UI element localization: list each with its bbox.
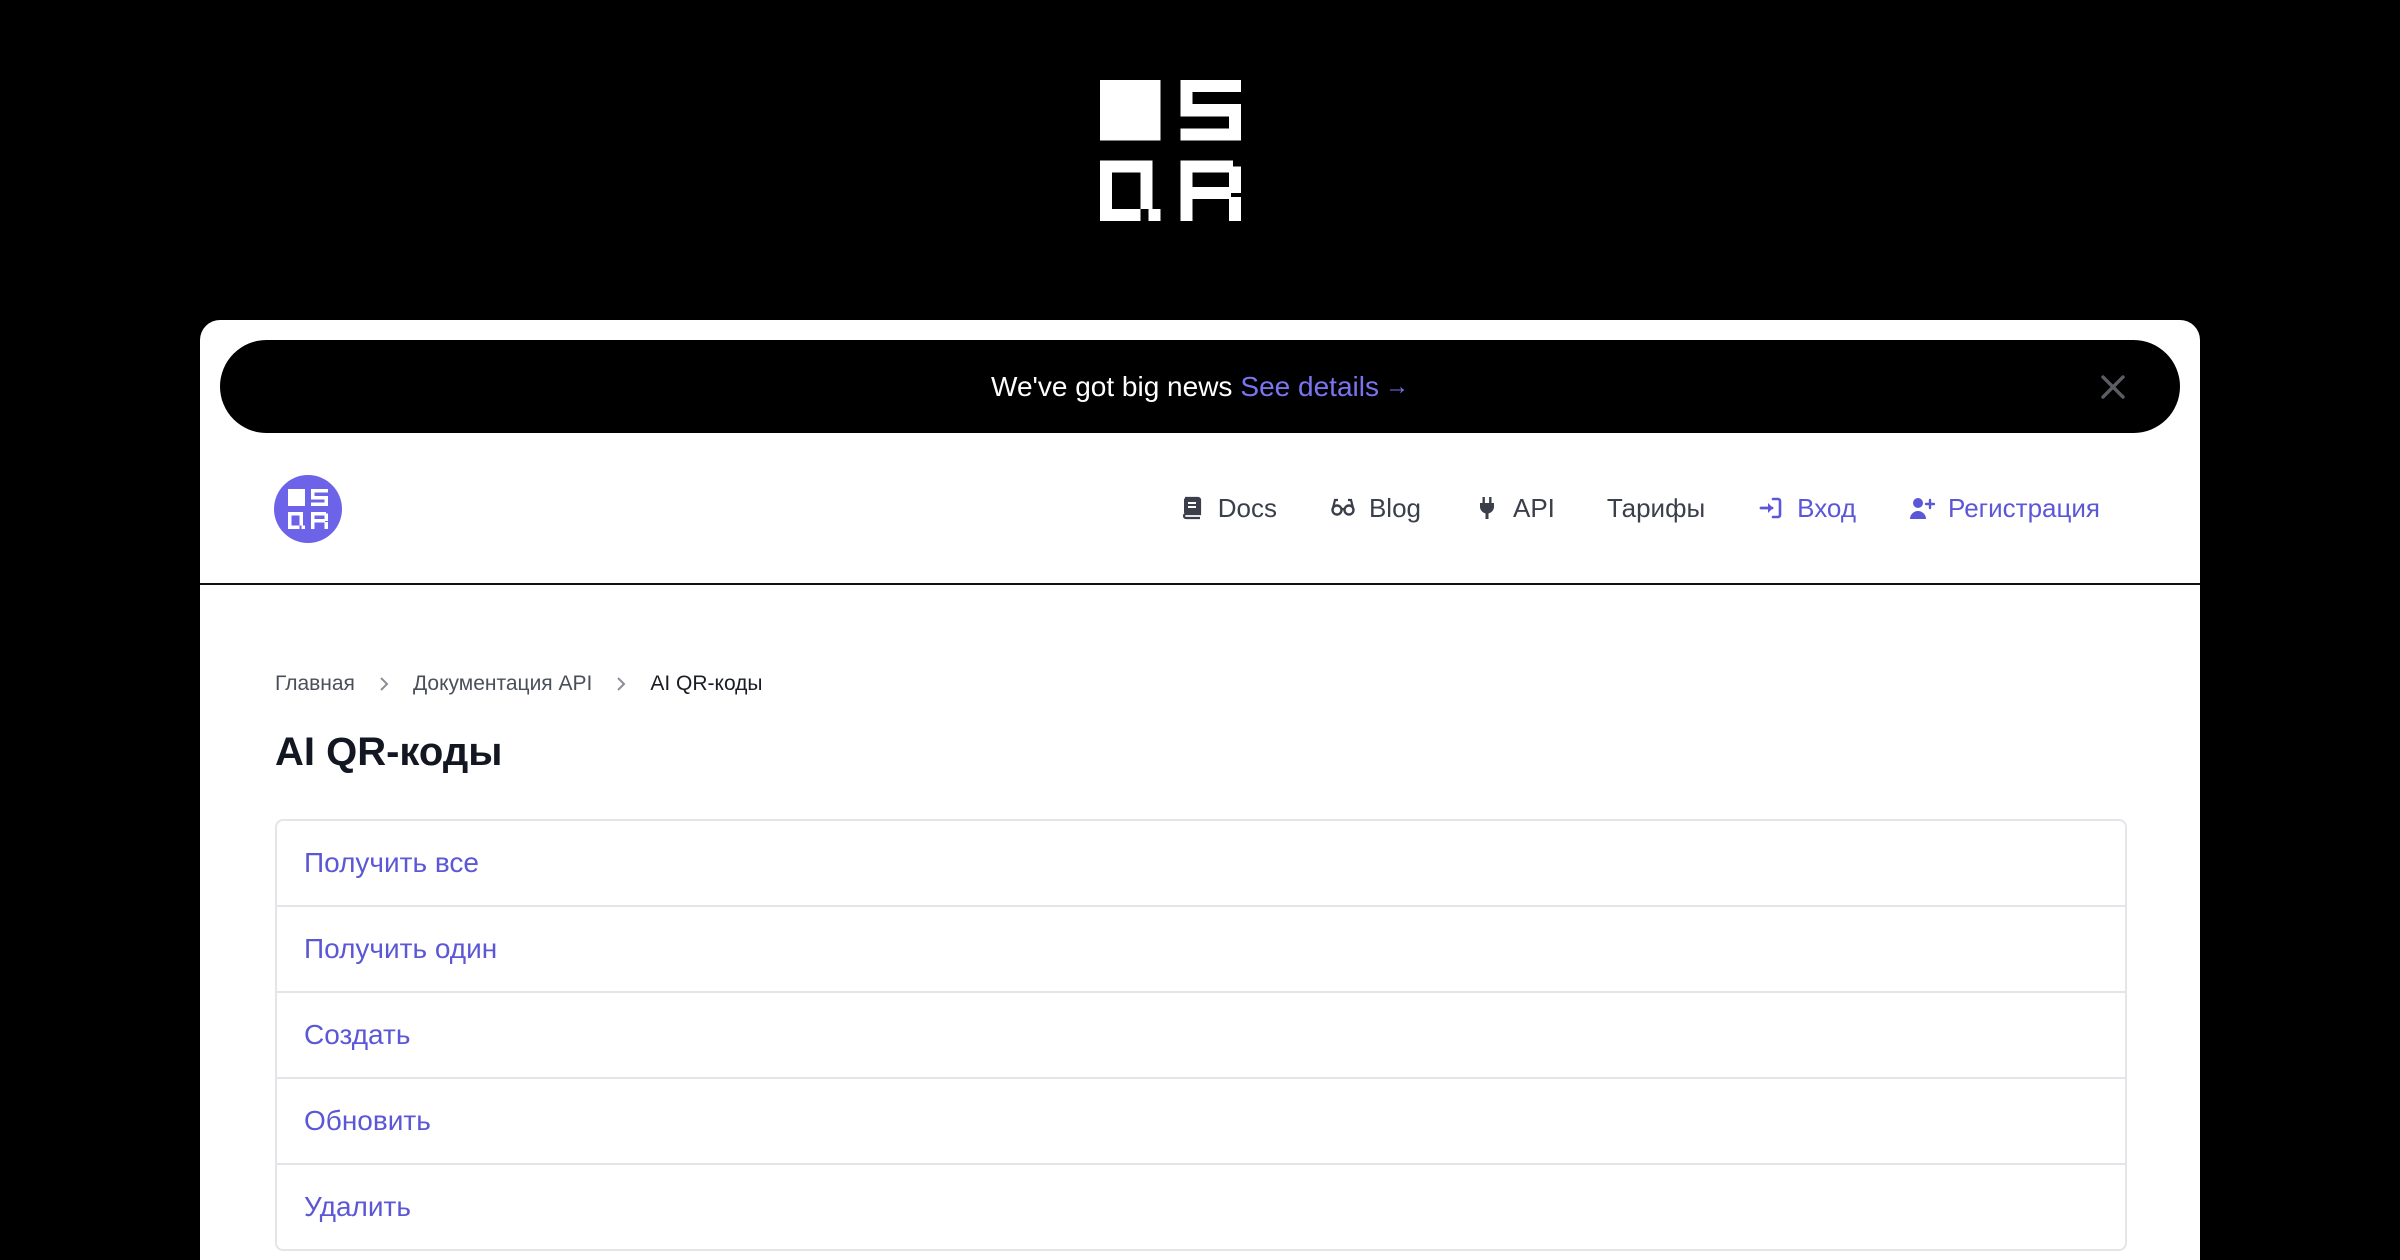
navbar: Docs Blog API Тарифы Вход Регистрация bbox=[200, 433, 2200, 585]
main-card: We've got big news See details → Docs Bl… bbox=[200, 320, 2200, 1260]
banner-text: We've got big news bbox=[991, 370, 1233, 402]
user-plus-icon bbox=[1908, 494, 1936, 522]
nav-item-label: Вход bbox=[1797, 492, 1856, 523]
endpoint-get-all[interactable]: Получить все bbox=[277, 821, 2125, 907]
breadcrumb: Главная Документация API AI QR-коды bbox=[275, 672, 763, 696]
endpoint-list: Получить все Получить один Создать Обнов… bbox=[275, 819, 2127, 1251]
endpoint-get-one[interactable]: Получить один bbox=[277, 907, 2125, 993]
nav-item-label: Docs bbox=[1217, 492, 1277, 523]
nav-item-login[interactable]: Вход bbox=[1757, 493, 1856, 524]
nav-item-label: Регистрация bbox=[1948, 492, 2100, 523]
close-icon[interactable] bbox=[2100, 374, 2126, 400]
endpoint-delete[interactable]: Удалить bbox=[277, 1165, 2125, 1249]
endpoint-create[interactable]: Создать bbox=[277, 993, 2125, 1079]
endpoint-update[interactable]: Обновить bbox=[277, 1079, 2125, 1165]
nav-links: Docs Blog API Тарифы Вход Регистрация bbox=[1178, 433, 2100, 583]
nav-item-label: Тарифы bbox=[1606, 492, 1706, 523]
glasses-icon bbox=[1329, 494, 1357, 522]
sign-in-icon bbox=[1757, 494, 1785, 522]
see-details-link[interactable]: See details bbox=[1240, 371, 1379, 403]
nav-item-pricing[interactable]: Тарифы bbox=[1607, 493, 1705, 524]
plug-icon bbox=[1473, 494, 1501, 522]
nav-item-register[interactable]: Регистрация bbox=[1908, 493, 2100, 524]
book-icon bbox=[1178, 494, 1206, 522]
arrow-right-icon[interactable]: → bbox=[1385, 373, 1409, 401]
sqr-logo-icon[interactable] bbox=[1100, 80, 1241, 221]
nav-item-blog[interactable]: Blog bbox=[1329, 493, 1421, 524]
page-title: AI QR-коды bbox=[275, 730, 503, 774]
sqr-logo-icon[interactable] bbox=[274, 475, 342, 543]
nav-item-docs[interactable]: Docs bbox=[1178, 493, 1277, 524]
breadcrumb-current: AI QR-коды bbox=[650, 672, 763, 695]
chevron-right-icon bbox=[377, 675, 391, 693]
nav-item-api[interactable]: API bbox=[1473, 493, 1555, 524]
announcement-banner: We've got big news See details → bbox=[220, 340, 2180, 433]
breadcrumb-api-docs[interactable]: Документация API bbox=[413, 672, 592, 696]
chevron-right-icon bbox=[614, 675, 628, 693]
nav-item-label: Blog bbox=[1368, 492, 1421, 523]
breadcrumb-home[interactable]: Главная bbox=[275, 672, 355, 696]
nav-item-label: API bbox=[1513, 492, 1555, 523]
page: We've got big news See details → Docs Bl… bbox=[0, 0, 2400, 1260]
